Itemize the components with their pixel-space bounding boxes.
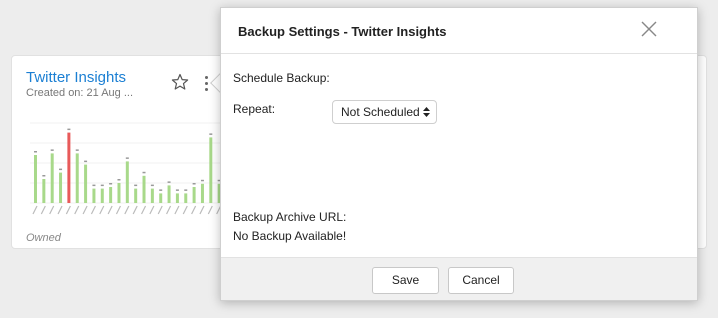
chart-tick-label	[132, 205, 138, 215]
chart-tick-label	[40, 205, 46, 215]
chart-data-label	[100, 184, 104, 187]
chart-tick-label	[157, 205, 163, 215]
star-icon[interactable]	[171, 73, 189, 91]
chart-data-label	[142, 171, 146, 174]
select-caret-icon	[423, 107, 430, 117]
chart-data-label	[84, 160, 88, 163]
repeat-select-value: Not Scheduled	[341, 105, 420, 119]
chart-bar	[34, 155, 37, 203]
chart-tick-label	[74, 205, 80, 215]
chart-bar	[200, 183, 204, 203]
dialog-header: Backup Settings - Twitter Insights	[221, 8, 697, 54]
chart-tick-label	[140, 205, 147, 215]
chart-tick-label	[207, 205, 213, 215]
chart-data-label	[50, 149, 54, 151]
backup-settings-dialog: Backup Settings - Twitter Insights Sched…	[220, 7, 698, 301]
chart-data-label	[200, 179, 204, 182]
chart-tick-label	[57, 205, 63, 215]
chart-tick-label	[32, 205, 38, 215]
thumbnail-bar-chart	[30, 122, 230, 215]
card-created-date: Created on: 21 Aug ...	[26, 87, 134, 99]
chart-tick-label	[149, 205, 155, 215]
chart-bar	[150, 188, 154, 203]
chart-data-label	[209, 133, 213, 135]
workspace-page: Twitter Insights Created on: 21 Aug ... …	[0, 0, 718, 318]
chart-bar	[117, 183, 121, 203]
save-button[interactable]: Save	[372, 267, 439, 294]
chart-bar	[209, 137, 213, 203]
chart-tick-label	[115, 205, 122, 215]
chart-bar	[125, 161, 129, 203]
chart-bar	[159, 193, 163, 203]
chart-tick-label	[99, 205, 105, 215]
chart-bar	[84, 164, 88, 203]
chart-data-label	[117, 179, 121, 181]
chart-tick-label	[124, 205, 130, 215]
chart-data-label	[134, 184, 138, 187]
chart-bar	[92, 188, 96, 203]
repeat-label: Repeat:	[233, 102, 276, 116]
chart-data-label	[42, 175, 46, 177]
chart-tick-label	[166, 205, 172, 215]
chart-data-label	[175, 189, 179, 191]
chart-bar	[50, 153, 54, 203]
chart-bar	[175, 193, 179, 203]
repeat-select[interactable]: Not Scheduled	[332, 100, 437, 124]
chart-data-label	[159, 189, 163, 191]
backup-archive-url-label: Backup Archive URL:	[233, 210, 347, 224]
chart-bar	[134, 188, 138, 203]
schedule-backup-label: Schedule Backup:	[233, 71, 330, 85]
cancel-button[interactable]: Cancel	[448, 267, 514, 294]
owned-label: Owned	[26, 232, 61, 244]
chart-data-label	[59, 168, 63, 171]
chart-data-label	[92, 184, 96, 187]
chart-bar	[42, 179, 46, 203]
chart-bar	[167, 185, 171, 203]
chart-data-label	[192, 183, 196, 185]
chart-data-label	[109, 183, 113, 185]
chart-bar	[109, 187, 113, 203]
more-options-icon[interactable]	[201, 76, 211, 94]
chart-data-label	[75, 149, 79, 151]
chart-data-label	[184, 189, 188, 191]
chart-bar	[75, 153, 79, 203]
chart-data-label	[67, 128, 71, 131]
chart-tick-label	[199, 205, 205, 215]
chart-bar	[192, 187, 196, 203]
chart-tick-label	[49, 205, 55, 215]
chart-data-label	[167, 181, 171, 183]
chart-bar	[100, 188, 104, 203]
chart-data-label	[34, 151, 37, 153]
chart-tick-label	[191, 205, 197, 215]
chart-data-label	[150, 184, 154, 187]
card-title-link[interactable]: Twitter Insights	[26, 69, 126, 86]
chart-tick-label	[65, 205, 71, 215]
chart-tick-label	[107, 205, 113, 215]
chart-tick-label	[174, 205, 180, 215]
chart-tick-label	[90, 205, 96, 215]
chart-bar	[67, 132, 71, 203]
chart-tick-label	[82, 205, 88, 215]
chart-data-label	[125, 157, 129, 159]
backup-archive-url-value: No Backup Available!	[233, 229, 347, 243]
chart-bar	[142, 175, 146, 203]
dialog-title: Backup Settings - Twitter Insights	[238, 24, 447, 39]
chart-bar	[184, 193, 188, 203]
close-icon[interactable]	[640, 20, 658, 38]
chart-bar	[59, 172, 63, 203]
dialog-footer: Save Cancel	[221, 257, 697, 300]
chart-tick-label	[182, 205, 188, 215]
